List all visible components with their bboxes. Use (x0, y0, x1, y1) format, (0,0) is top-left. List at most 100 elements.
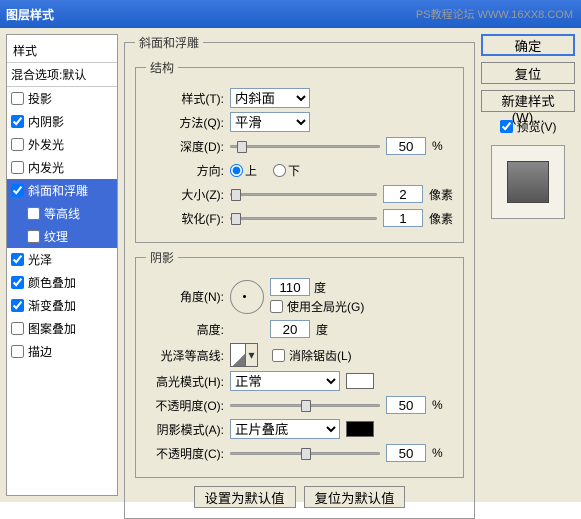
highlight-opacity-input[interactable] (386, 396, 426, 414)
style-label: 颜色叠加 (28, 274, 76, 291)
style-label: 内发光 (28, 159, 64, 176)
shading-group: 阴影 角度(N): 度 使用全局光(G) 高度: (135, 249, 464, 478)
technique-label: 方法(Q): (146, 114, 224, 131)
checkbox-bevel[interactable] (11, 184, 24, 197)
checkbox-gradient-overlay[interactable] (11, 299, 24, 312)
checkbox-inner-shadow[interactable] (11, 115, 24, 128)
checkbox-preview[interactable] (500, 120, 513, 133)
checkbox-satin[interactable] (11, 253, 24, 266)
size-input[interactable] (383, 185, 423, 203)
blend-options-label: 混合选项:默认 (11, 66, 86, 83)
percent-unit: % (432, 398, 443, 412)
degree-unit: 度 (314, 279, 326, 296)
percent-unit: % (432, 446, 443, 460)
shadow-opacity-input[interactable] (386, 444, 426, 462)
style-color-overlay[interactable]: 颜色叠加 (7, 271, 117, 294)
checkbox-pattern-overlay[interactable] (11, 322, 24, 335)
shadow-opacity-label: 不透明度(C): (146, 445, 224, 462)
checkbox-antialias[interactable] (272, 349, 285, 362)
size-slider[interactable] (230, 193, 377, 196)
global-light-label: 使用全局光(G) (287, 298, 364, 315)
reset-default-button[interactable]: 复位为默认值 (304, 486, 406, 508)
checkbox-global-light[interactable] (270, 300, 283, 313)
blend-options[interactable]: 混合选项:默认 (7, 63, 117, 87)
antialias[interactable]: 消除锯齿(L) (272, 347, 352, 364)
highlight-mode-label: 高光模式(H): (146, 373, 224, 390)
preview-toggle[interactable]: 预览(V) (481, 118, 575, 135)
shading-legend: 阴影 (146, 249, 178, 266)
style-type-select[interactable]: 内斜面 (230, 88, 310, 108)
cancel-button[interactable]: 复位 (481, 62, 575, 84)
style-label: 渐变叠加 (28, 297, 76, 314)
checkbox-color-overlay[interactable] (11, 276, 24, 289)
altitude-input[interactable] (270, 320, 310, 338)
style-label: 投影 (28, 90, 52, 107)
style-label: 图案叠加 (28, 320, 76, 337)
style-bevel-emboss[interactable]: 斜面和浮雕 (7, 179, 117, 202)
bevel-emboss-group: 斜面和浮雕 结构 样式(T): 内斜面 方法(Q): 平滑 深度(D): % (124, 34, 475, 519)
dir-up-label: 上 (245, 162, 257, 179)
style-label: 外发光 (28, 136, 64, 153)
shadow-opacity-slider[interactable] (230, 452, 380, 455)
structure-group: 结构 样式(T): 内斜面 方法(Q): 平滑 深度(D): % 方向: (135, 59, 464, 243)
global-light[interactable]: 使用全局光(G) (270, 298, 364, 315)
style-gradient-overlay[interactable]: 渐变叠加 (7, 294, 117, 317)
radio-up[interactable] (230, 164, 243, 177)
angle-input[interactable] (270, 278, 310, 296)
style-label: 内阴影 (28, 113, 64, 130)
watermark: PS教程论坛 WWW.16XX8.COM (416, 6, 573, 22)
style-drop-shadow[interactable]: 投影 (7, 87, 117, 110)
soften-input[interactable] (383, 209, 423, 227)
checkbox-outer-glow[interactable] (11, 138, 24, 151)
direction-up[interactable]: 上 (230, 162, 257, 179)
checkbox-texture[interactable] (27, 230, 40, 243)
shadow-mode-select[interactable]: 正片叠底 (230, 419, 340, 439)
soften-slider[interactable] (230, 217, 377, 220)
direction-down[interactable]: 下 (273, 162, 300, 179)
ok-button[interactable]: 确定 (481, 34, 575, 56)
highlight-mode-select[interactable]: 正常 (230, 371, 340, 391)
depth-label: 深度(D): (146, 138, 224, 155)
preview-swatch (491, 145, 565, 219)
bevel-emboss-legend: 斜面和浮雕 (135, 34, 203, 51)
highlight-color-swatch[interactable] (346, 373, 374, 389)
new-style-button[interactable]: 新建样式(W)... (481, 90, 575, 112)
gloss-contour-label: 光泽等高线: (146, 347, 224, 364)
size-label: 大小(Z): (146, 186, 224, 203)
altitude-label: 高度: (146, 321, 224, 338)
direction-label: 方向: (146, 162, 224, 179)
style-texture[interactable]: 纹理 (7, 225, 117, 248)
angle-dial[interactable] (230, 280, 264, 314)
highlight-opacity-label: 不透明度(O): (146, 397, 224, 414)
checkbox-contour[interactable] (27, 207, 40, 220)
styles-list: 样式 混合选项:默认 投影 内阴影 外发光 内发光 斜面和浮雕 等高线 纹理 光… (6, 34, 118, 496)
checkbox-inner-glow[interactable] (11, 161, 24, 174)
soften-label: 软化(F): (146, 210, 224, 227)
style-stroke[interactable]: 描边 (7, 340, 117, 363)
shadow-mode-label: 阴影模式(A): (146, 421, 224, 438)
style-inner-shadow[interactable]: 内阴影 (7, 110, 117, 133)
dir-down-label: 下 (288, 162, 300, 179)
px-unit: 像素 (429, 186, 453, 203)
make-default-button[interactable]: 设置为默认值 (194, 486, 296, 508)
gloss-contour-picker[interactable]: ▾ (230, 343, 258, 367)
checkbox-drop-shadow[interactable] (11, 92, 24, 105)
style-outer-glow[interactable]: 外发光 (7, 133, 117, 156)
style-satin[interactable]: 光泽 (7, 248, 117, 271)
checkbox-stroke[interactable] (11, 345, 24, 358)
depth-input[interactable] (386, 137, 426, 155)
chevron-down-icon[interactable]: ▾ (245, 344, 257, 366)
style-label: 光泽 (28, 251, 52, 268)
style-contour[interactable]: 等高线 (7, 202, 117, 225)
radio-down[interactable] (273, 164, 286, 177)
depth-slider[interactable] (230, 145, 380, 148)
technique-select[interactable]: 平滑 (230, 112, 310, 132)
shadow-color-swatch[interactable] (346, 421, 374, 437)
style-pattern-overlay[interactable]: 图案叠加 (7, 317, 117, 340)
preview-label: 预览(V) (517, 118, 557, 135)
percent-unit: % (432, 139, 443, 153)
styles-header[interactable]: 样式 (7, 39, 117, 63)
style-inner-glow[interactable]: 内发光 (7, 156, 117, 179)
highlight-opacity-slider[interactable] (230, 404, 380, 407)
antialias-label: 消除锯齿(L) (289, 347, 352, 364)
